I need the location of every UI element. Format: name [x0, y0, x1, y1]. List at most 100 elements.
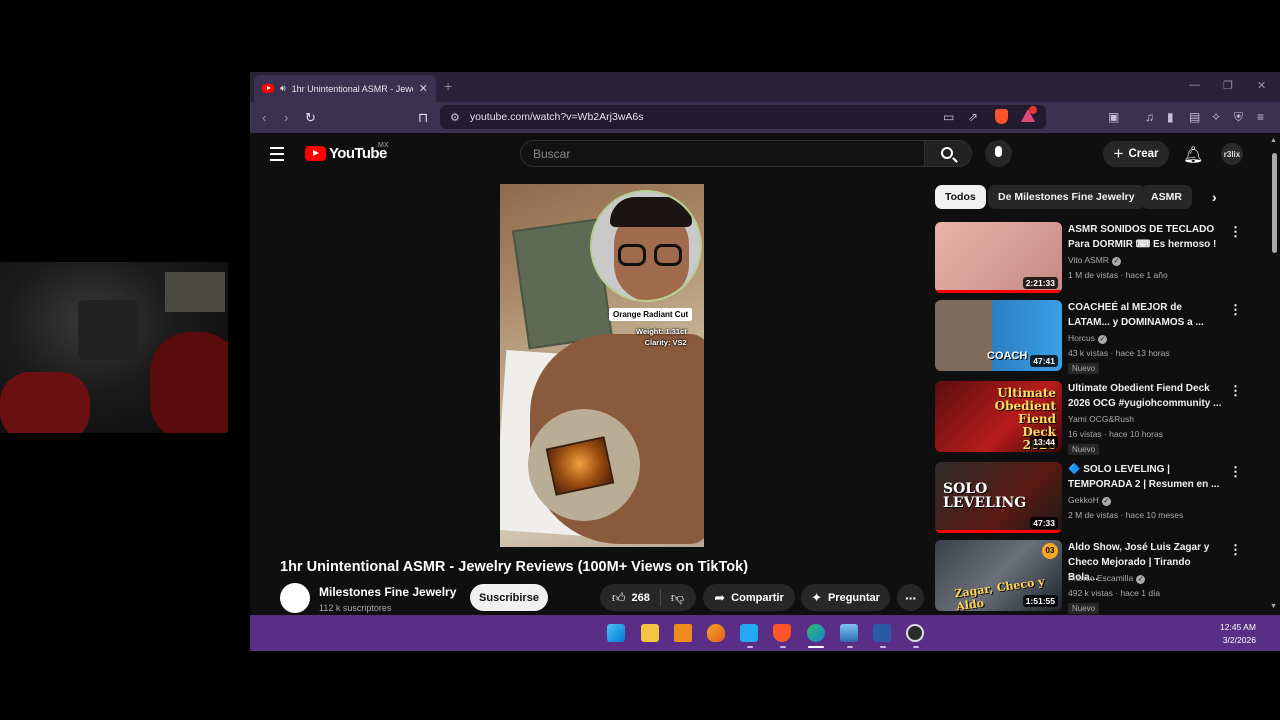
obs-icon[interactable]: [906, 624, 924, 642]
video-thumbnail[interactable]: COACH 47:41: [935, 300, 1062, 371]
sidebar-panel-icon[interactable]: ▣: [1108, 110, 1119, 124]
ask-button[interactable]: ✦ Preguntar: [801, 584, 890, 611]
running-indicator: [780, 646, 786, 648]
powershell-icon[interactable]: [873, 624, 891, 642]
recommendation-channel[interactable]: Vito ASMR ✓: [1068, 255, 1121, 266]
restore-button[interactable]: ❐: [1223, 79, 1233, 92]
recommendation-title[interactable]: COACHEÉ al MEJOR de LATAM... y DOMINAMOS…: [1068, 300, 1223, 330]
leo-ai-icon[interactable]: ✧: [1211, 110, 1221, 124]
thumbs-up-icon[interactable]: 👍︎: [612, 590, 626, 606]
music-icon[interactable]: ♫: [1145, 110, 1154, 124]
recommendation-channel[interactable]: Franco Escamilla ✓: [1068, 573, 1146, 584]
bookmark-icon[interactable]: ⊓: [418, 110, 428, 126]
site-settings-icon[interactable]: ⚙: [450, 111, 460, 124]
search-input[interactable]: Buscar: [520, 140, 925, 167]
brave-icon[interactable]: [773, 624, 791, 642]
recommendation-channel[interactable]: Horcus ✓: [1068, 333, 1107, 344]
kebab-menu-icon[interactable]: ⋮: [1229, 224, 1242, 240]
tab-youtube[interactable]: 🔊︎ 1hr Unintentional ASMR - Jewelry ✕: [254, 75, 436, 102]
thumbs-down-icon[interactable]: 👎︎: [671, 590, 684, 606]
minimize-button[interactable]: —: [1189, 79, 1200, 91]
recommendation-item[interactable]: Zagar, Checo y Aldo 03 1:51:55 Aldo Show…: [935, 540, 1265, 616]
chevron-right-icon[interactable]: ›: [1212, 189, 1217, 205]
edge-icon[interactable]: [807, 624, 825, 642]
ask-label: Preguntar: [827, 591, 880, 604]
scroll-up-icon[interactable]: ▲: [1270, 137, 1277, 144]
recommendation-title[interactable]: 🔷 SOLO LEVELING | TEMPORADA 2 | Resumen …: [1068, 462, 1223, 492]
sublime-icon[interactable]: [674, 624, 692, 642]
recommendation-item[interactable]: COACH 47:41 COACHEÉ al MEJOR de LATAM...…: [935, 300, 1265, 376]
video-player[interactable]: Orange Radiant Cut Weight: 1.31ct Clarit…: [500, 184, 704, 547]
kebab-menu-icon[interactable]: ⋮: [1229, 383, 1242, 399]
back-icon[interactable]: ‹: [262, 110, 266, 125]
cast-icon[interactable]: ▭: [943, 110, 954, 124]
duration-badge: 1:51:55: [1022, 595, 1058, 607]
forward-icon[interactable]: ›: [284, 110, 288, 125]
kebab-menu-icon[interactable]: ⋮: [1229, 464, 1242, 480]
create-button[interactable]: + Crear: [1103, 141, 1169, 167]
video-thumbnail[interactable]: Ultimate Obedient Fiend Deck 2026 13:44: [935, 381, 1062, 452]
youtube-play-icon: [305, 146, 326, 161]
account-avatar[interactable]: r3lix: [1221, 143, 1243, 165]
reader-icon[interactable]: ▮: [1167, 110, 1174, 124]
fl-studio-icon[interactable]: [707, 624, 725, 642]
windows-icon[interactable]: [607, 624, 625, 642]
brave-shield-icon[interactable]: [995, 109, 1008, 124]
video-caption-specs: Weight: 1.31ct Clarity: VS2: [636, 326, 687, 348]
video-title: 1hr Unintentional ASMR - Jewelry Reviews…: [280, 559, 749, 575]
file-explorer-icon[interactable]: [641, 624, 659, 642]
scrollbar-thumb[interactable]: [1272, 153, 1277, 253]
recommendation-channel[interactable]: Yami OCG&Rush: [1068, 414, 1134, 424]
system-clock[interactable]: 12:45 AM 3/2/2026: [1220, 621, 1256, 647]
page-scrollbar[interactable]: ▲ ▼: [1268, 133, 1280, 615]
window-close-button[interactable]: ✕: [1257, 79, 1266, 92]
webcam-overlay: [0, 262, 228, 433]
recommendation-title[interactable]: ASMR SONIDOS DE TECLADO Para DORMIR ⌨ Es…: [1068, 222, 1223, 252]
wallet-icon[interactable]: ▤: [1189, 110, 1200, 124]
new-badge: Nuevo: [1068, 444, 1100, 455]
search-button[interactable]: [925, 140, 972, 167]
share-button[interactable]: ➦ Compartir: [703, 584, 795, 611]
chip-channel[interactable]: De Milestones Fine Jewelry: [988, 185, 1145, 209]
share-page-icon[interactable]: ⇗: [968, 110, 978, 124]
url-field[interactable]: ⚙ youtube.com/watch?v=Wb2Arj3wA6s: [440, 105, 1046, 129]
speaker-icon[interactable]: 🔊︎: [280, 83, 286, 94]
channel-name[interactable]: Milestones Fine Jewelry: [319, 585, 456, 599]
vpn-icon[interactable]: ⛨: [1234, 110, 1243, 125]
vscode-icon[interactable]: [740, 624, 758, 642]
more-actions-button[interactable]: ···: [897, 584, 924, 611]
video-thumbnail[interactable]: 2:21:33: [935, 222, 1062, 293]
share-icon: ➦: [714, 589, 726, 605]
youtube-logo[interactable]: YouTube MX: [305, 142, 389, 162]
video-thumbnail[interactable]: SOLO LEVELING 47:33: [935, 462, 1062, 533]
new-tab-button[interactable]: +: [444, 78, 452, 94]
chip-asmr[interactable]: ASMR: [1141, 185, 1192, 209]
video-thumbnail[interactable]: Zagar, Checo y Aldo 03 1:51:55: [935, 540, 1062, 611]
photos-icon[interactable]: [840, 624, 858, 642]
chip-todos[interactable]: Todos: [935, 185, 986, 209]
verified-icon: ✓: [1097, 335, 1107, 344]
like-count[interactable]: 268: [632, 592, 650, 604]
tab-close-icon[interactable]: ✕: [419, 82, 428, 95]
reload-icon[interactable]: ↻: [305, 110, 316, 126]
hamburger-menu-icon[interactable]: [270, 147, 284, 165]
video-caption-main: Orange Radiant Cut: [609, 308, 693, 321]
voice-search-button[interactable]: [985, 140, 1012, 167]
kebab-menu-icon[interactable]: ⋮: [1229, 542, 1242, 558]
watched-progress-bar: [935, 530, 1062, 533]
menu-icon[interactable]: ≡: [1257, 110, 1264, 124]
recommendation-item[interactable]: 2:21:33 ASMR SONIDOS DE TECLADO Para DOR…: [935, 222, 1265, 298]
clock-time: 12:45 AM: [1220, 622, 1256, 632]
recommendation-channel[interactable]: GekkoH ✓: [1068, 495, 1111, 506]
notifications-bell-icon[interactable]: 🔔︎: [1183, 145, 1203, 165]
recommendation-title[interactable]: Ultimate Obedient Fiend Deck 2026 OCG #y…: [1068, 381, 1223, 411]
desktop: 🔊︎ 1hr Unintentional ASMR - Jewelry ✕ + …: [0, 0, 1280, 720]
recommendation-meta: 1 M de vistas · hace 1 año: [1068, 270, 1168, 280]
recommendation-item[interactable]: Ultimate Obedient Fiend Deck 2026 13:44 …: [935, 381, 1265, 457]
kebab-menu-icon[interactable]: ⋮: [1229, 302, 1242, 318]
channel-avatar[interactable]: [280, 583, 310, 613]
scroll-down-icon[interactable]: ▼: [1270, 603, 1277, 610]
recommendation-item[interactable]: SOLO LEVELING 47:33 🔷 SOLO LEVELING | TE…: [935, 462, 1265, 538]
recommendation-meta: 43 k vistas · hace 13 horas: [1068, 348, 1170, 358]
subscribe-button[interactable]: Suscribirse: [470, 584, 548, 611]
